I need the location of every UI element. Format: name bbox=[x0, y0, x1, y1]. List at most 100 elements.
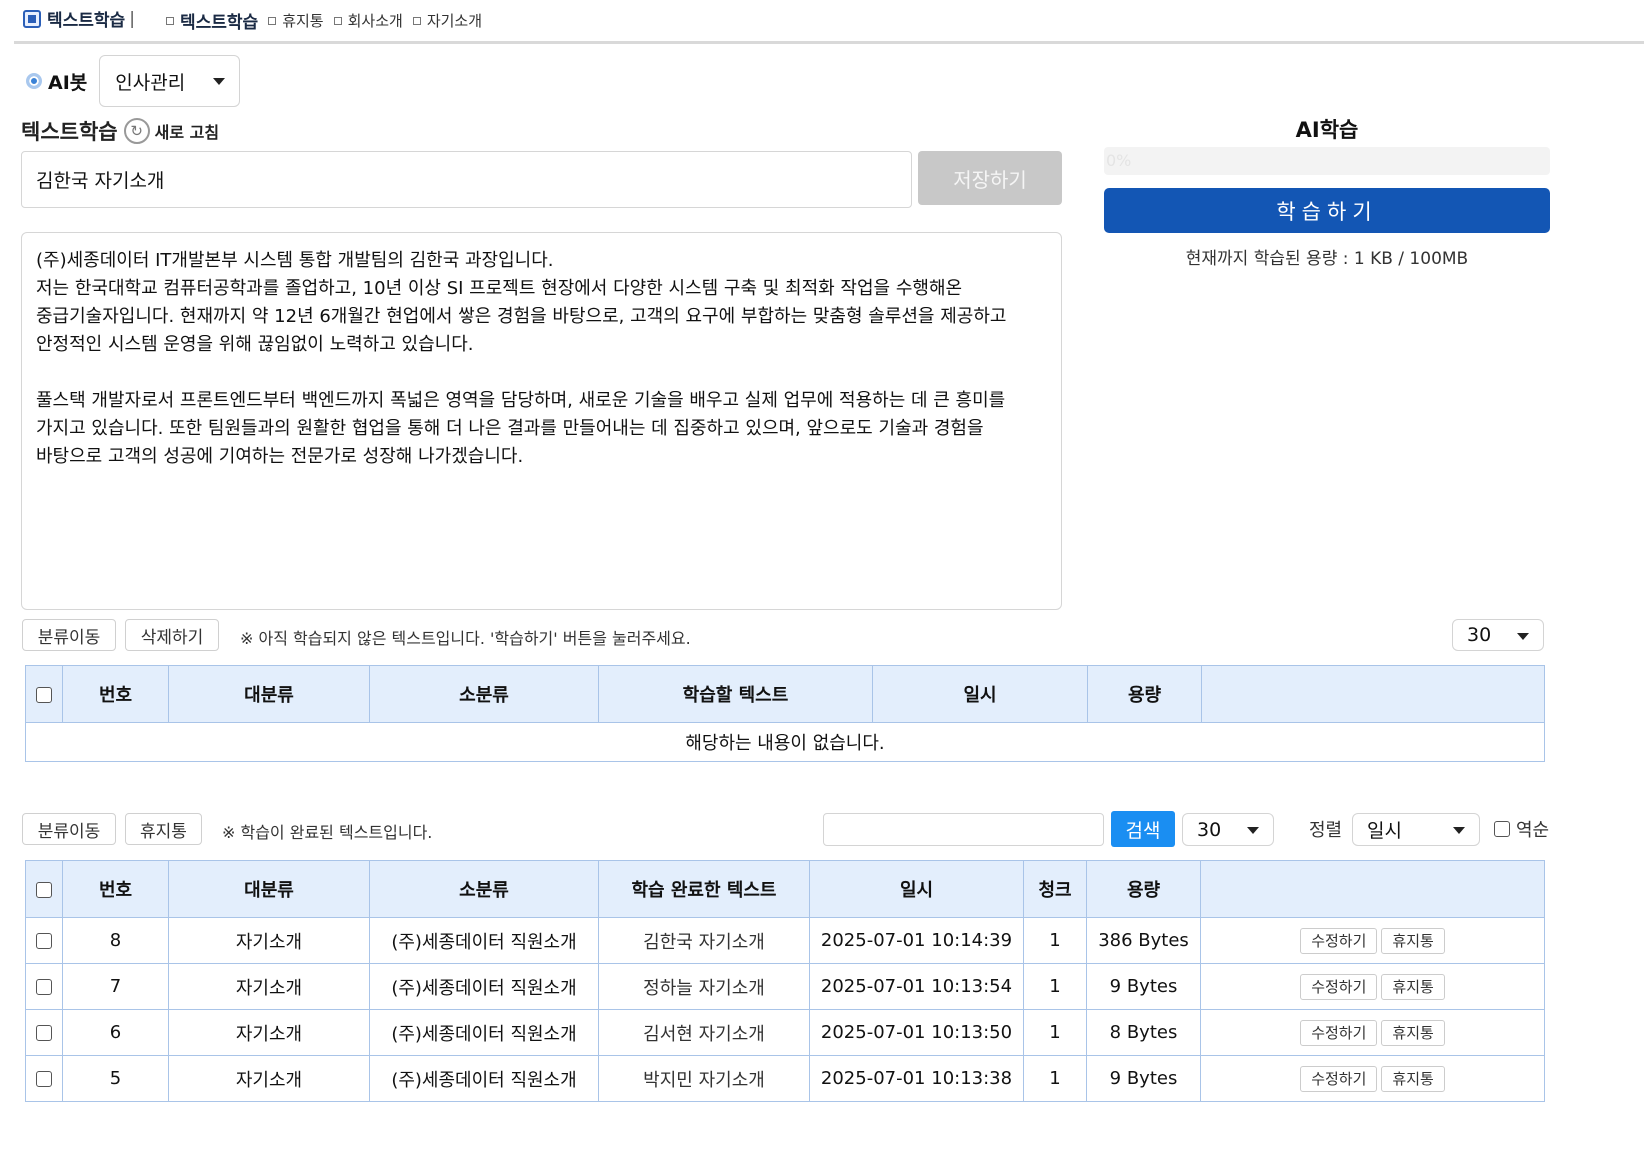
pending-table: 번호 대분류 소분류 학습할 텍스트 일시 용량 해당하는 내용이 없습니다. bbox=[25, 665, 1545, 762]
column-header[interactable]: 대분류 bbox=[168, 665, 370, 723]
save-button[interactable]: 저장하기 bbox=[918, 151, 1062, 205]
chevron-down-icon bbox=[1247, 827, 1259, 834]
column-header[interactable]: 청크 bbox=[1023, 860, 1087, 918]
progress-percent: 0% bbox=[1106, 151, 1132, 170]
row-trash-button[interactable]: 휴지통 bbox=[1381, 927, 1445, 954]
done-table-header: 번호 대분류 소분류 학습 완료한 텍스트 일시 청크 용량 bbox=[25, 860, 1545, 918]
search-button[interactable]: 검색 bbox=[1111, 811, 1175, 847]
learn-button[interactable]: 학습하기 bbox=[1104, 188, 1550, 233]
column-header[interactable]: 소분류 bbox=[369, 860, 599, 918]
sort-select[interactable]: 일시 bbox=[1352, 813, 1480, 846]
crumb-self-intro[interactable]: 자기소개 bbox=[412, 10, 483, 31]
crumb-label: 자기소개 bbox=[426, 12, 483, 30]
row-actions: 수정하기 휴지통 bbox=[1200, 1055, 1545, 1102]
row-datetime: 2025-07-01 10:13:54 bbox=[809, 963, 1024, 1010]
select-all-checkbox[interactable] bbox=[36, 881, 52, 898]
row-checkbox[interactable] bbox=[36, 979, 52, 995]
column-header[interactable]: 용량 bbox=[1087, 665, 1202, 723]
select-all-cell bbox=[25, 665, 63, 723]
done-page-size-value: 30 bbox=[1197, 818, 1222, 841]
row-checkbox[interactable] bbox=[36, 1025, 52, 1041]
crumb-company[interactable]: 회사소개 bbox=[333, 10, 403, 31]
row-major-category: 자기소개 bbox=[168, 963, 370, 1010]
row-text-title[interactable]: 김서현 자기소개 bbox=[598, 1009, 810, 1056]
refresh-label[interactable]: 새로 고침 bbox=[155, 119, 219, 143]
row-minor-category: (주)세종데이터 직원소개 bbox=[369, 1055, 599, 1102]
pending-move-button[interactable]: 분류이동 bbox=[22, 619, 116, 651]
row-datetime: 2025-07-01 10:13:50 bbox=[809, 1009, 1024, 1056]
table-row[interactable]: 7 자기소개 (주)세종데이터 직원소개 정하늘 자기소개 2025-07-01 10:… bbox=[25, 963, 1545, 1010]
ai-bot-row: AI봇 인사관리 bbox=[26, 55, 241, 107]
row-number: 5 bbox=[62, 1055, 169, 1102]
pending-delete-button[interactable]: 삭제하기 bbox=[125, 619, 219, 651]
done-page-size-select[interactable]: 30 bbox=[1182, 813, 1274, 846]
row-minor-category: (주)세종데이터 직원소개 bbox=[369, 1009, 599, 1056]
row-actions: 수정하기 휴지통 bbox=[1200, 917, 1545, 964]
row-number: 7 bbox=[62, 963, 169, 1010]
edit-button[interactable]: 수정하기 bbox=[1300, 927, 1378, 954]
title-input-value: 김한국 자기소개 bbox=[36, 170, 165, 192]
row-text-title[interactable]: 김한국 자기소개 bbox=[598, 917, 810, 964]
column-header[interactable]: 번호 bbox=[62, 665, 169, 723]
done-move-button[interactable]: 분류이동 bbox=[22, 813, 116, 845]
row-trash-button[interactable]: 휴지통 bbox=[1381, 1019, 1445, 1046]
reverse-checkbox[interactable] bbox=[1494, 821, 1510, 837]
column-header-empty bbox=[1200, 860, 1545, 918]
row-checkbox[interactable] bbox=[36, 933, 52, 949]
crumb-label: 텍스트학습 bbox=[180, 13, 259, 33]
ai-bot-radio[interactable] bbox=[26, 73, 42, 89]
row-number: 6 bbox=[62, 1009, 169, 1056]
table-row[interactable]: 6 자기소개 (주)세종데이터 직원소개 김서현 자기소개 2025-07-01 10:… bbox=[25, 1009, 1545, 1056]
column-header[interactable]: 일시 bbox=[872, 665, 1088, 723]
edit-button[interactable]: 수정하기 bbox=[1300, 1065, 1378, 1092]
reverse-label: 역순 bbox=[1516, 820, 1550, 841]
text-body-textarea[interactable]: (주)세종데이터 IT개발본부 시스템 통합 개발팀의 김한국 과장입니다. 저… bbox=[21, 232, 1062, 610]
row-trash-button[interactable]: 휴지통 bbox=[1381, 973, 1445, 1000]
crumb-label: 휴지통 bbox=[282, 12, 324, 30]
row-trash-button[interactable]: 휴지통 bbox=[1381, 1065, 1445, 1092]
chevron-down-icon bbox=[1517, 633, 1529, 640]
crumb-trash[interactable]: 휴지통 bbox=[268, 10, 324, 31]
section-title: 텍스트학습 bbox=[21, 120, 118, 144]
crumb-text-learning[interactable]: 텍스트학습 bbox=[166, 8, 258, 33]
pending-page-size-select[interactable]: 30 bbox=[1452, 619, 1544, 651]
column-header[interactable]: 대분류 bbox=[168, 860, 370, 918]
category-select[interactable]: 인사관리 bbox=[99, 55, 241, 107]
pending-page-size-value: 30 bbox=[1467, 624, 1492, 646]
column-header[interactable]: 학습 완료한 텍스트 bbox=[598, 860, 810, 918]
column-header[interactable]: 소분류 bbox=[369, 665, 599, 723]
title-separator: | bbox=[129, 8, 135, 29]
breadcrumb: 텍스트학습 휴지통 회사소개 자기소개 bbox=[166, 8, 492, 33]
sort-select-value: 일시 bbox=[1367, 820, 1402, 842]
table-row[interactable]: 8 자기소개 (주)세종데이터 직원소개 김한국 자기소개 2025-07-01 10:… bbox=[25, 917, 1545, 964]
crumb-label: 회사소개 bbox=[347, 12, 403, 30]
app-logo-icon bbox=[23, 9, 41, 28]
square-bullet-icon bbox=[268, 16, 277, 25]
title-input[interactable]: 김한국 자기소개 bbox=[21, 151, 912, 208]
reverse-order-toggle[interactable]: 역순 bbox=[1494, 816, 1549, 842]
refresh-icon[interactable]: ↻ bbox=[123, 118, 150, 144]
column-header[interactable]: 일시 bbox=[809, 860, 1024, 918]
done-trash-button[interactable]: 휴지통 bbox=[125, 813, 202, 845]
row-text-title[interactable]: 정하늘 자기소개 bbox=[598, 963, 810, 1010]
chevron-down-icon bbox=[1453, 827, 1465, 834]
edit-button[interactable]: 수정하기 bbox=[1300, 973, 1378, 1000]
select-all-checkbox[interactable] bbox=[36, 686, 52, 703]
column-header[interactable]: 번호 bbox=[62, 860, 169, 918]
column-header[interactable]: 용량 bbox=[1086, 860, 1201, 918]
column-header[interactable]: 학습할 텍스트 bbox=[598, 665, 873, 723]
top-navigation-bar: 텍스트학습 | 텍스트학습 휴지통 회사소개 자기소개 bbox=[14, 0, 1644, 44]
table-row[interactable]: 5 자기소개 (주)세종데이터 직원소개 박지민 자기소개 2025-07-01 10:… bbox=[25, 1055, 1545, 1102]
ai-learning-title: AI학습 bbox=[1295, 118, 1359, 142]
row-text-title[interactable]: 박지민 자기소개 bbox=[598, 1055, 810, 1102]
category-select-value: 인사관리 bbox=[115, 71, 186, 94]
sort-label: 정렬 bbox=[1309, 820, 1343, 841]
row-major-category: 자기소개 bbox=[168, 1055, 370, 1102]
row-number: 8 bbox=[62, 917, 169, 964]
row-datetime: 2025-07-01 10:13:38 bbox=[809, 1055, 1024, 1102]
edit-button[interactable]: 수정하기 bbox=[1300, 1019, 1378, 1046]
row-size: 9 Bytes bbox=[1086, 1055, 1201, 1102]
search-input[interactable] bbox=[823, 813, 1104, 846]
row-checkbox[interactable] bbox=[36, 1071, 52, 1087]
row-select-cell bbox=[25, 917, 63, 964]
